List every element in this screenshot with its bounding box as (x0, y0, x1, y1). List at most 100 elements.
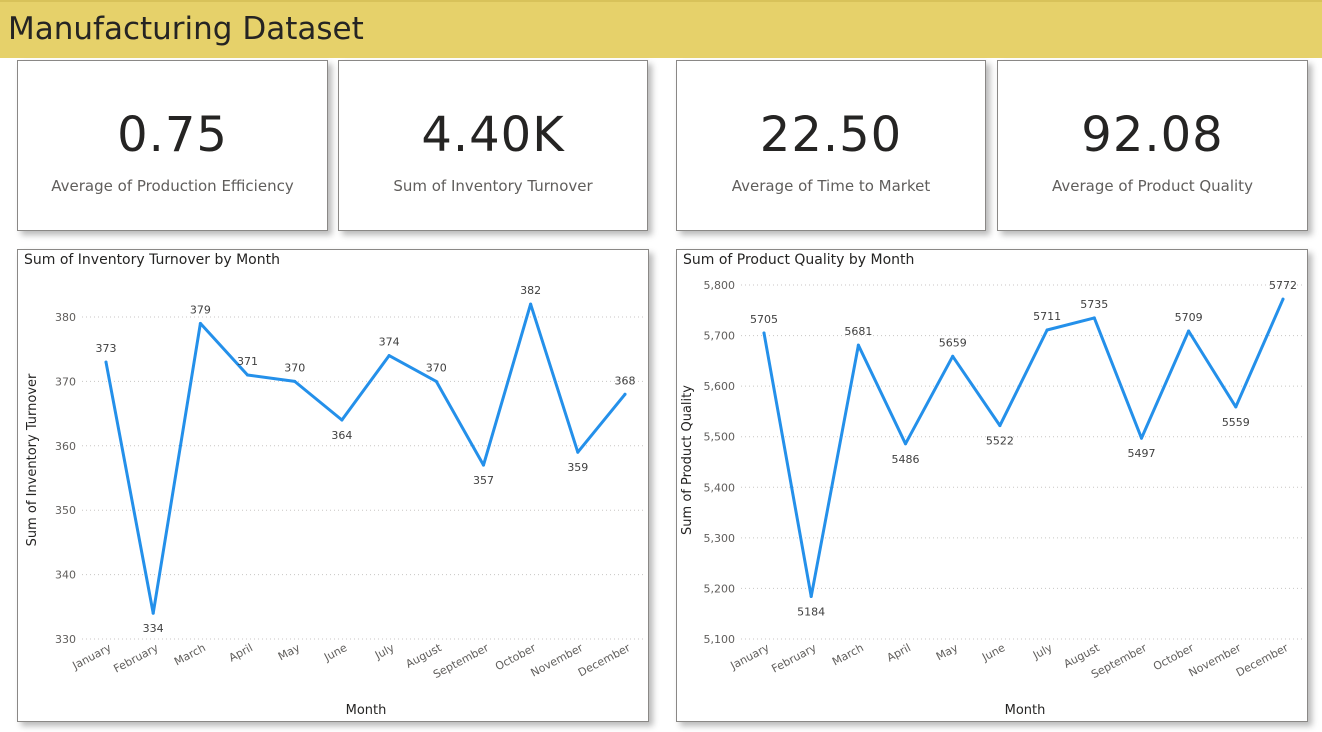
data-point (481, 463, 485, 467)
data-label: 5772 (1269, 279, 1297, 292)
y-tick-label: 5,400 (704, 481, 736, 494)
data-point (434, 379, 438, 383)
x-tick-label: November (1187, 641, 1244, 680)
data-point (809, 595, 813, 599)
x-tick-label: May (276, 641, 303, 663)
x-axis-title: Month (1005, 703, 1046, 718)
x-tick-label: January (70, 641, 114, 673)
data-label: 5559 (1222, 416, 1250, 429)
series-line (104, 302, 627, 615)
x-tick-label: May (934, 641, 961, 663)
data-point (1281, 297, 1285, 301)
kpi-label: Sum of Inventory Turnover (393, 177, 593, 195)
data-label: 5522 (986, 435, 1014, 448)
x-tick-label: December (1234, 641, 1291, 679)
kpi-label: Average of Product Quality (1052, 177, 1253, 195)
kpi-label: Average of Time to Market (731, 177, 931, 195)
data-label: 5711 (1033, 310, 1061, 323)
data-point (198, 321, 202, 325)
x-tick-label: February (769, 641, 819, 676)
data-label: 5486 (892, 453, 920, 466)
y-tick-label: 360 (55, 440, 76, 453)
data-point (151, 611, 155, 615)
x-tick-label: March (830, 641, 866, 668)
data-label: 359 (567, 461, 588, 474)
x-tick-label: July (1030, 641, 1055, 662)
y-axis-title: Sum of Product Quality (680, 385, 695, 535)
y-tick-label: 5,200 (704, 582, 736, 595)
kpi-card-product-quality[interactable]: 92.08 Average of Product Quality (997, 60, 1308, 231)
data-label: 373 (96, 342, 117, 355)
data-point (1234, 405, 1238, 409)
chart-inventory-turnover-by-month[interactable]: Sum of Inventory Turnover by Month 330 34… (17, 249, 649, 722)
data-label: 357 (473, 474, 494, 487)
data-label: 5681 (844, 325, 872, 338)
x-tick-label: November (529, 641, 586, 680)
data-point (762, 331, 766, 335)
data-label: 5659 (939, 336, 967, 349)
line-chart-product-quality: 5,100 5,200 5,300 5,400 5,500 5,600 5,700 5,800… (680, 279, 1302, 718)
x-tick-label: March (172, 641, 208, 668)
dashboard-header: Manufacturing Dataset (0, 0, 1322, 58)
dashboard-title: Manufacturing Dataset (8, 11, 364, 47)
data-label: 5497 (1127, 447, 1155, 460)
kpi-card-production-efficiency[interactable]: 0.75 Average of Production Efficiency (17, 60, 328, 231)
y-tick-label: 5,800 (704, 279, 736, 292)
data-point (904, 442, 908, 446)
y-tick-label: 380 (55, 311, 76, 324)
y-tick-label: 5,500 (704, 431, 736, 444)
x-tick-label: June (979, 641, 1007, 664)
data-point (951, 354, 955, 358)
data-point (340, 418, 344, 422)
kpi-value: 22.50 (759, 107, 903, 163)
data-label: 5709 (1175, 311, 1203, 324)
data-point (856, 343, 860, 347)
kpi-value: 0.75 (117, 107, 228, 163)
data-point (1092, 316, 1096, 320)
x-tick-label: February (111, 641, 161, 676)
series-line (762, 297, 1285, 598)
data-label: 379 (190, 303, 211, 316)
y-tick-label: 5,300 (704, 532, 736, 545)
data-point (246, 373, 250, 377)
data-point (623, 392, 627, 396)
y-tick-label: 370 (55, 375, 76, 388)
x-tick-label: June (321, 641, 349, 664)
data-point (576, 450, 580, 454)
line-chart-inventory-turnover: 330 340 350 360 370 380 JanuaryFebruary March Ap… (25, 284, 643, 718)
data-point (1139, 436, 1143, 440)
y-tick-label: 5,100 (704, 633, 736, 646)
x-axis-title: Month (346, 703, 387, 718)
data-point (293, 379, 297, 383)
y-tick-label: 5,700 (704, 330, 736, 343)
kpi-value: 4.40K (421, 107, 565, 163)
data-point (387, 354, 391, 358)
y-tick-label: 350 (55, 504, 76, 517)
x-tick-label: December (576, 641, 633, 679)
data-point (529, 302, 533, 306)
data-label: 374 (379, 336, 400, 349)
data-label: 334 (143, 622, 164, 635)
kpi-label: Average of Production Efficiency (51, 177, 294, 195)
y-tick-label: 5,600 (704, 380, 736, 393)
data-label: 364 (331, 429, 352, 442)
data-label: 5735 (1080, 298, 1108, 311)
data-label: 382 (520, 284, 541, 297)
data-point (1045, 328, 1049, 332)
chart-product-quality-by-month[interactable]: Sum of Product Quality by Month 5,100 5,2… (676, 249, 1308, 722)
kpi-card-time-to-market[interactable]: 22.50 Average of Time to Market (676, 60, 986, 231)
x-tick-label: April (227, 641, 255, 664)
x-tick-label: July (372, 641, 397, 662)
data-label: 371 (237, 355, 258, 368)
data-point (998, 424, 1002, 428)
data-label: 368 (615, 374, 636, 387)
data-label: 370 (284, 361, 305, 374)
data-label: 5184 (797, 606, 825, 619)
kpi-card-inventory-turnover[interactable]: 4.40K Sum of Inventory Turnover (338, 60, 648, 231)
y-axis-title: Sum of Inventory Turnover (25, 373, 40, 546)
y-tick-label: 340 (55, 569, 76, 582)
x-tick-label: April (885, 641, 913, 664)
kpi-value: 92.08 (1081, 107, 1224, 163)
data-point (1187, 329, 1191, 333)
data-point (104, 360, 108, 364)
